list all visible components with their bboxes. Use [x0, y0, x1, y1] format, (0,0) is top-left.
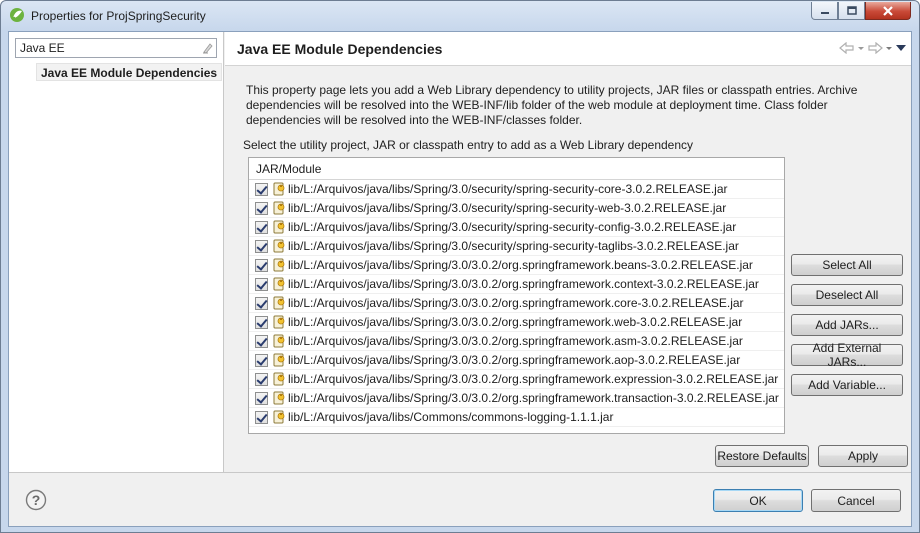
- row-checkbox[interactable]: [255, 182, 268, 196]
- filter-input[interactable]: Java EE: [15, 38, 217, 58]
- jar-path: lib/L:/Arquivos/java/libs/Spring/3.0/3.0…: [288, 353, 741, 367]
- page-description: This property page lets you add a Web Li…: [246, 83, 858, 127]
- preference-tree-panel: Java EE Java EE Module Dependencies: [9, 32, 224, 472]
- eclipse-spring-icon: [10, 8, 24, 22]
- ok-button[interactable]: OK: [713, 489, 803, 512]
- table-row[interactable]: lib/L:/Arquivos/java/libs/Spring/3.0/3.0…: [249, 370, 784, 389]
- table-row[interactable]: lib/L:/Arquivos/java/libs/Spring/3.0/3.0…: [249, 332, 784, 351]
- forward-arrow-icon[interactable]: [867, 42, 883, 54]
- row-checkbox[interactable]: [255, 239, 268, 253]
- row-checkbox[interactable]: [255, 372, 268, 386]
- jar-path: lib/L:/Arquivos/java/libs/Spring/3.0/3.0…: [288, 277, 759, 291]
- tree-item-java-ee-module-dependencies[interactable]: Java EE Module Dependencies: [36, 63, 223, 81]
- forward-menu-chevron-icon[interactable]: [885, 42, 893, 54]
- row-checkbox[interactable]: [255, 296, 268, 310]
- view-menu-icon[interactable]: [895, 42, 907, 54]
- jar-path: lib/L:/Arquivos/java/libs/Spring/3.0/3.0…: [288, 391, 779, 405]
- row-checkbox[interactable]: [255, 315, 268, 329]
- jar-file-icon: [273, 201, 285, 215]
- jar-file-icon: [273, 353, 285, 367]
- jar-path: lib/L:/Arquivos/java/libs/Spring/3.0/3.0…: [288, 334, 743, 348]
- close-button[interactable]: [865, 2, 911, 20]
- page-title: Java EE Module Dependencies: [237, 41, 443, 57]
- filter-input-value: Java EE: [20, 41, 65, 55]
- help-icon[interactable]: ?: [25, 489, 47, 511]
- jar-file-icon: [273, 277, 285, 291]
- jar-file-icon: [273, 258, 285, 272]
- back-menu-chevron-icon[interactable]: [857, 42, 865, 54]
- jar-file-icon: [273, 334, 285, 348]
- jar-path: lib/L:/Arquivos/java/libs/Spring/3.0/3.0…: [288, 258, 753, 272]
- column-header-jar-module[interactable]: JAR/Module: [249, 158, 784, 180]
- add-jars-button[interactable]: Add JARs...: [791, 314, 903, 336]
- table-row[interactable]: lib/L:/Arquivos/java/libs/Spring/3.0/sec…: [249, 199, 784, 218]
- table-row[interactable]: lib/L:/Arquivos/java/libs/Spring/3.0/3.0…: [249, 389, 784, 408]
- table-row[interactable]: lib/L:/Arquivos/java/libs/Commons/common…: [249, 408, 784, 427]
- footer-divider: [9, 472, 911, 473]
- table-row[interactable]: lib/L:/Arquivos/java/libs/Spring/3.0/3.0…: [249, 294, 784, 313]
- jar-file-icon: [273, 220, 285, 234]
- add-variable-button[interactable]: Add Variable...: [791, 374, 903, 396]
- select-all-button[interactable]: Select All: [791, 254, 903, 276]
- maximize-button[interactable]: [838, 2, 865, 20]
- page-content: This property page lets you add a Web Li…: [225, 67, 911, 472]
- table-row[interactable]: lib/L:/Arquivos/java/libs/Spring/3.0/3.0…: [249, 313, 784, 332]
- row-checkbox[interactable]: [255, 220, 268, 234]
- minimize-icon: [820, 11, 829, 14]
- table-row[interactable]: lib/L:/Arquivos/java/libs/Spring/3.0/3.0…: [249, 275, 784, 294]
- jar-file-icon: [273, 391, 285, 405]
- dialog-client-area: Java EE Java EE Module Dependencies Java…: [8, 31, 912, 527]
- svg-text:?: ?: [32, 492, 41, 508]
- minimize-button[interactable]: [811, 2, 838, 20]
- jar-path: lib/L:/Arquivos/java/libs/Spring/3.0/3.0…: [288, 372, 779, 386]
- select-entry-label: Select the utility project, JAR or class…: [243, 138, 694, 152]
- table-row[interactable]: lib/L:/Arquivos/java/libs/Spring/3.0/3.0…: [249, 256, 784, 275]
- table-row[interactable]: lib/L:/Arquivos/java/libs/Spring/3.0/sec…: [249, 237, 784, 256]
- jar-path: lib/L:/Arquivos/java/libs/Spring/3.0/sec…: [288, 182, 728, 196]
- jar-module-table[interactable]: JAR/Module lib/L:/Arquivos/java/libs/Spr…: [248, 157, 785, 434]
- row-checkbox[interactable]: [255, 258, 268, 272]
- jar-file-icon: [273, 410, 285, 424]
- page-header: Java EE Module Dependencies: [225, 32, 911, 66]
- jar-path: lib/L:/Arquivos/java/libs/Commons/common…: [288, 410, 614, 424]
- jar-file-icon: [273, 315, 285, 329]
- table-row[interactable]: lib/L:/Arquivos/java/libs/Spring/3.0/sec…: [249, 180, 784, 199]
- row-checkbox[interactable]: [255, 277, 268, 291]
- properties-window: Properties for ProjSpringSecurity Java E…: [0, 0, 920, 533]
- row-checkbox[interactable]: [255, 391, 268, 405]
- maximize-icon: [846, 5, 857, 15]
- jar-path: lib/L:/Arquivos/java/libs/Spring/3.0/3.0…: [288, 296, 744, 310]
- clear-filter-icon[interactable]: [201, 42, 213, 54]
- add-external-jars-button[interactable]: Add External JARs...: [791, 341, 903, 369]
- jar-file-icon: [273, 182, 285, 196]
- row-checkbox[interactable]: [255, 410, 268, 424]
- jar-row-list: lib/L:/Arquivos/java/libs/Spring/3.0/sec…: [249, 180, 784, 427]
- jar-path: lib/L:/Arquivos/java/libs/Spring/3.0/sec…: [288, 220, 737, 234]
- jar-file-icon: [273, 296, 285, 310]
- close-icon: [883, 5, 893, 16]
- jar-file-icon: [273, 239, 285, 253]
- deselect-all-button[interactable]: Deselect All: [791, 284, 903, 306]
- row-checkbox[interactable]: [255, 334, 268, 348]
- row-checkbox[interactable]: [255, 353, 268, 367]
- window-title: Properties for ProjSpringSecurity: [31, 9, 206, 23]
- restore-defaults-button[interactable]: Restore Defaults: [715, 445, 809, 467]
- apply-button[interactable]: Apply: [818, 445, 908, 467]
- jar-path: lib/L:/Arquivos/java/libs/Spring/3.0/sec…: [288, 201, 727, 215]
- jar-file-icon: [273, 372, 285, 386]
- table-row[interactable]: lib/L:/Arquivos/java/libs/Spring/3.0/sec…: [249, 218, 784, 237]
- table-row[interactable]: lib/L:/Arquivos/java/libs/Spring/3.0/3.0…: [249, 351, 784, 370]
- jar-path: lib/L:/Arquivos/java/libs/Spring/3.0/sec…: [288, 239, 739, 253]
- cancel-button[interactable]: Cancel: [811, 489, 901, 512]
- title-bar[interactable]: Properties for ProjSpringSecurity: [1, 1, 919, 31]
- page-navigation: [839, 42, 907, 54]
- jar-path: lib/L:/Arquivos/java/libs/Spring/3.0/3.0…: [288, 315, 743, 329]
- back-arrow-icon[interactable]: [839, 42, 855, 54]
- row-checkbox[interactable]: [255, 201, 268, 215]
